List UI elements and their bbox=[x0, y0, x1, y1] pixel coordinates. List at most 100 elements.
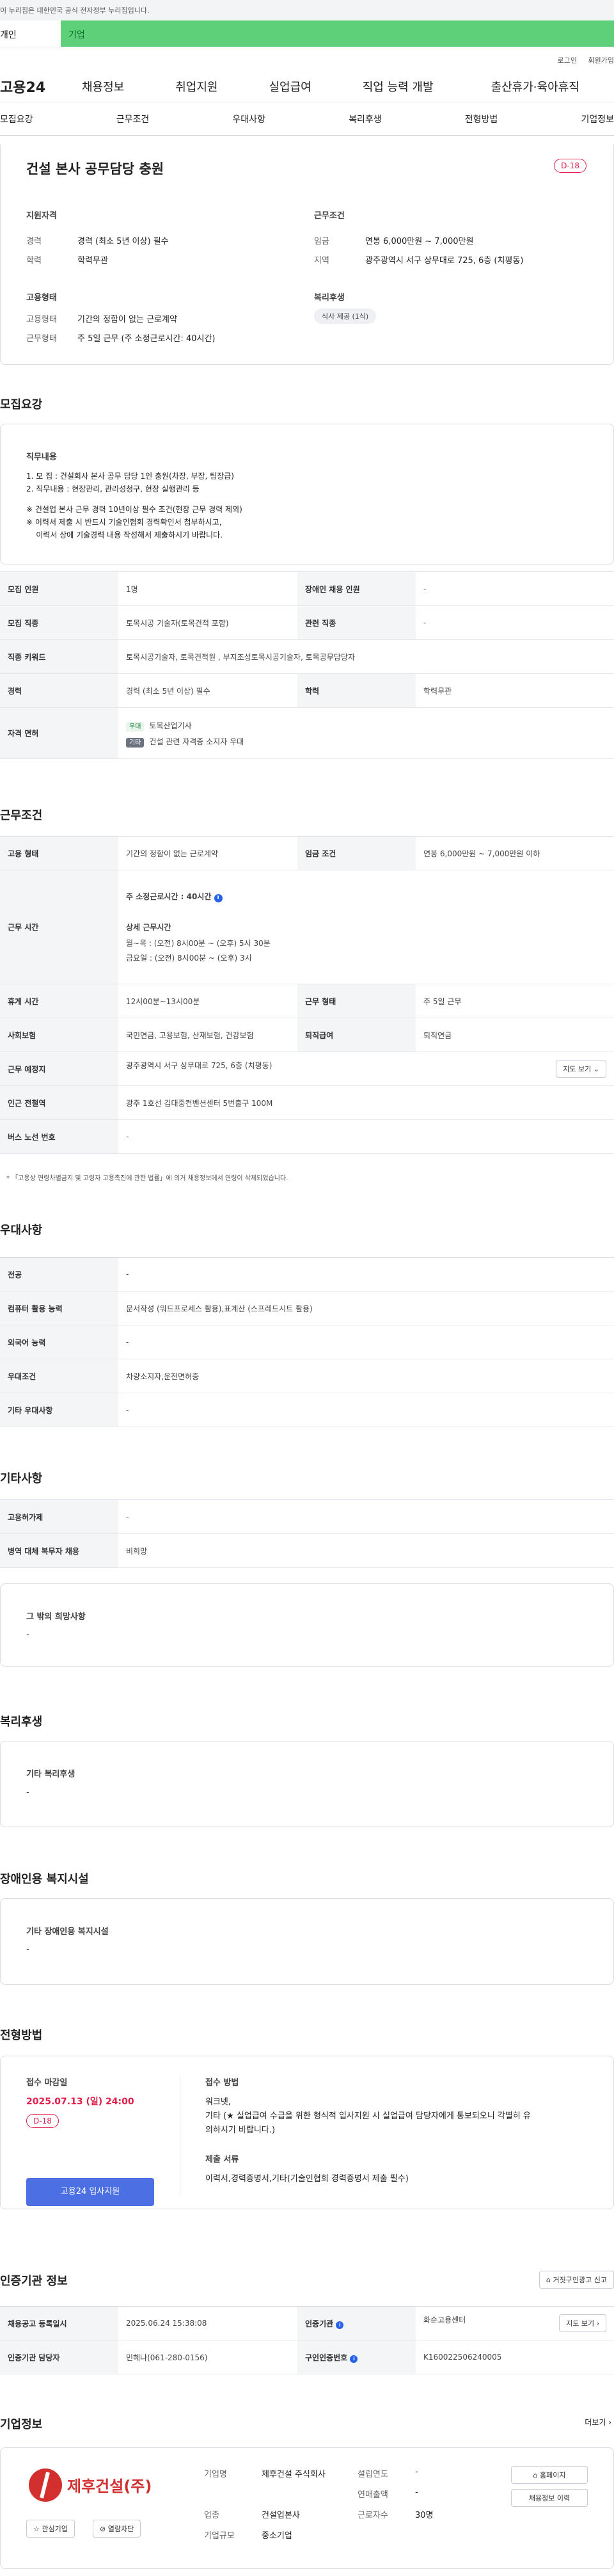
emp-count-label: 근로자수 bbox=[358, 2511, 388, 2520]
company-more-link[interactable]: 더보기 › bbox=[585, 2417, 611, 2428]
table-row: 경력 경력 (최소 5년 이상) 필수 학력 학력무관 bbox=[0, 673, 614, 708]
table-row: 직종 키워드 토목시공기술자, 토목견적원 , 부지조성토목시공기술자, 토목공무… bbox=[0, 639, 614, 674]
cell-label: 우대조건 bbox=[0, 1359, 118, 1393]
table-row: 우대조건 차량소지자,운전면허증 bbox=[0, 1359, 614, 1393]
company-card: 제후건설(주) ☆ 관심기업 ⊘ 열람차단 기업명 제후건설 주식회사 업종 건… bbox=[0, 2447, 614, 2569]
cell-value: 기간의 정함이 없는 근로계약 bbox=[118, 836, 297, 870]
history-button[interactable]: 채용정보 이력 bbox=[511, 2489, 588, 2507]
company-logo: 제후건설(주) bbox=[26, 2466, 161, 2504]
cond-title: 근무조건 bbox=[314, 211, 345, 221]
wage-value: 연봉 6,000만원 ~ 7,000만원 bbox=[365, 237, 474, 246]
size: 중소기업 bbox=[262, 2531, 292, 2541]
cell-label: 장애인 채용 인원 bbox=[297, 572, 416, 606]
qual-title: 지원자격 bbox=[26, 211, 57, 221]
block-button[interactable]: ⊘ 열람차단 bbox=[93, 2520, 141, 2538]
license-1: 토목산업기사 bbox=[149, 721, 192, 730]
cell-label: 컴퓨터 활용 능력 bbox=[0, 1291, 118, 1325]
cell-label: 버스 노선 번호 bbox=[0, 1119, 118, 1154]
table-row: 고용 형태 기간의 정함이 없는 근로계약 임금 조건 연봉 6,000만원 ~ 7,… bbox=[0, 836, 614, 870]
info-icon[interactable]: i bbox=[336, 2321, 344, 2329]
work-time-main: 주 소정근로시간 : 40시간 bbox=[126, 892, 212, 901]
cell-value: 1명 bbox=[118, 572, 297, 606]
age-note: * 「고용상 연령차별금지 및 고령자 고용촉진에 관한 법률」에 의거 채용정… bbox=[6, 1172, 288, 1182]
cell-label: 고용허가제 bbox=[0, 1500, 118, 1534]
cell-label: 학력 bbox=[297, 673, 416, 708]
deadline-value: 2025.07.13 (일) 24:00 bbox=[26, 2097, 134, 2107]
info-icon[interactable]: i bbox=[214, 894, 223, 902]
site-logo[interactable]: 고용24 bbox=[0, 76, 70, 97]
cell-value: 문서작성 (워드프로세스 활용),표계산 (스프레드시트 활용) bbox=[118, 1291, 614, 1325]
table-row: 버스 노선 번호 - bbox=[0, 1119, 614, 1154]
table-row: 인증기관 담당자 민혜나(061-280-0156) 구인인증번호 i K160022… bbox=[0, 2340, 614, 2374]
nav-employment-support[interactable]: 취업지원 bbox=[175, 78, 217, 95]
emp-type-value: 기간의 정함이 없는 근로계약 bbox=[77, 315, 177, 324]
recruit-heading: 모집요강 bbox=[0, 398, 43, 412]
cell-label: 자격 면허 bbox=[0, 707, 118, 759]
cell-label: 휴게 시간 bbox=[0, 984, 118, 1018]
tab-personal-label: 개인 bbox=[0, 30, 17, 40]
cell-value: 광주 1호선 김대중컨벤션센터 5번출구 100M bbox=[118, 1085, 614, 1120]
company-logo-mark-icon bbox=[29, 2468, 62, 2502]
map-button-label: 지도 보기 bbox=[563, 1065, 592, 1073]
subnav-company[interactable]: 기업정보 bbox=[581, 113, 614, 125]
subnav-work[interactable]: 근무조건 bbox=[116, 113, 150, 125]
star-icon: ☆ bbox=[33, 2525, 40, 2533]
subnav-recruit[interactable]: 모집요강 bbox=[0, 113, 33, 125]
work-time-cell: 주 소정근로시간 : 40시간 i 상세 근무시간 월~목 : (오전) 8시0… bbox=[118, 870, 614, 984]
cell-label: 인증기관 담당자 bbox=[0, 2340, 118, 2374]
cell-label: 고용 형태 bbox=[0, 836, 118, 870]
history-label: 채용정보 이력 bbox=[528, 2494, 571, 2502]
est-label: 설립연도 bbox=[358, 2470, 388, 2479]
favorite-button[interactable]: ☆ 관심기업 bbox=[26, 2520, 75, 2538]
license-tag-other: 기타 bbox=[126, 737, 145, 748]
cell-value: 민혜나(061-280-0156) bbox=[118, 2340, 297, 2374]
cell-label: 사회보험 bbox=[0, 1018, 118, 1052]
duty-line-1: 1. 모 집 : 건설회사 본사 공무 담당 1인 충원(차장, 부장, 팀장급… bbox=[26, 472, 234, 481]
deadline-title: 접수 마감일 bbox=[26, 2078, 68, 2088]
subnav-preference[interactable]: 우대사항 bbox=[232, 113, 265, 125]
report-button-label: 거짓구인광고 신고 bbox=[553, 2276, 607, 2284]
place-value: 광주광역시 서구 상무대로 725, 6층 (치평동) bbox=[126, 1061, 272, 1070]
tab-company[interactable]: 기업 bbox=[61, 20, 614, 47]
homepage-button[interactable]: ⌂ 홈페이지 bbox=[511, 2466, 588, 2484]
cell-value: 2025.06.24 15:38:08 bbox=[118, 2306, 297, 2340]
welfare-card: 기타 복리후생 - bbox=[0, 1741, 614, 1827]
nav-job-training[interactable]: 직업 능력 개발 bbox=[363, 78, 434, 95]
info-icon[interactable]: i bbox=[350, 2355, 358, 2363]
table-row: 휴게 시간 12시00분~13시00분 근무 형태 주 5일 근무 bbox=[0, 984, 614, 1018]
home-icon: ⌂ bbox=[533, 2471, 538, 2479]
cell-value: - bbox=[118, 1325, 614, 1359]
agency-map-button[interactable]: 지도 보기 › bbox=[559, 2314, 606, 2332]
work-time-detail-2: 금요일 : (오전) 8시00분 ~ (오후) 3시 bbox=[126, 954, 252, 963]
cell-label: 경력 bbox=[0, 673, 118, 708]
report-button[interactable]: ⌂ 거짓구인광고 신고 bbox=[539, 2271, 614, 2289]
recruit-table: 모집 인원 1명 장애인 채용 인원 - 모집 직종 토목시공 기술자(토목견적 포함)… bbox=[0, 572, 614, 759]
table-row: 모집 인원 1명 장애인 채용 인원 - bbox=[0, 572, 614, 606]
apply-button[interactable]: 고용24 입사지원 bbox=[26, 2178, 154, 2206]
nav-jobs[interactable]: 채용정보 bbox=[82, 78, 124, 95]
table-row: 병역 대체 복무자 채용 비희망 bbox=[0, 1533, 614, 1568]
chevron-down-icon: ⌄ bbox=[593, 1065, 599, 1073]
table-row: 자격 면허 우대 토목산업기사 기타 건설 관련 자격증 소지자 우대 bbox=[0, 707, 614, 759]
signup-link[interactable]: 회원가입 bbox=[588, 56, 614, 65]
subnav-process[interactable]: 전형방법 bbox=[465, 113, 498, 125]
wish-title: 그 밖의 희망사항 bbox=[26, 1612, 86, 1622]
map-button[interactable]: 지도 보기 ⌄ bbox=[556, 1060, 606, 1078]
cell-value: 차량소지자,운전면허증 bbox=[118, 1359, 614, 1393]
tab-personal[interactable]: 개인 bbox=[0, 20, 61, 47]
pref-heading: 우대사항 bbox=[0, 1224, 43, 1237]
nav-parental-leave[interactable]: 출산휴가·육아휴직 bbox=[491, 78, 579, 95]
cell-label: 모집 직종 bbox=[0, 605, 118, 640]
login-link[interactable]: 로그인 bbox=[558, 56, 577, 65]
emp-type-label: 고용형태 bbox=[26, 315, 57, 324]
nav-unemployment-benefit[interactable]: 실업급여 bbox=[269, 78, 311, 95]
table-row: 외국어 능력 - bbox=[0, 1325, 614, 1359]
pref-table: 전공 - 컴퓨터 활용 능력 문서작성 (워드프로세스 활용),표계산 (스프레드시… bbox=[0, 1257, 614, 1427]
cell-value: - bbox=[118, 1119, 614, 1154]
process-heading: 전형방법 bbox=[0, 2029, 43, 2042]
size-label: 기업규모 bbox=[204, 2531, 235, 2541]
subnav-welfare[interactable]: 복리후생 bbox=[349, 113, 382, 125]
welfare-box-value: - bbox=[26, 1788, 29, 1797]
region-label: 지역 bbox=[314, 256, 329, 266]
duty-line-5: 이력서 상에 기술경력 내용 작성해서 제출하시기 바랍니다. bbox=[26, 531, 223, 540]
